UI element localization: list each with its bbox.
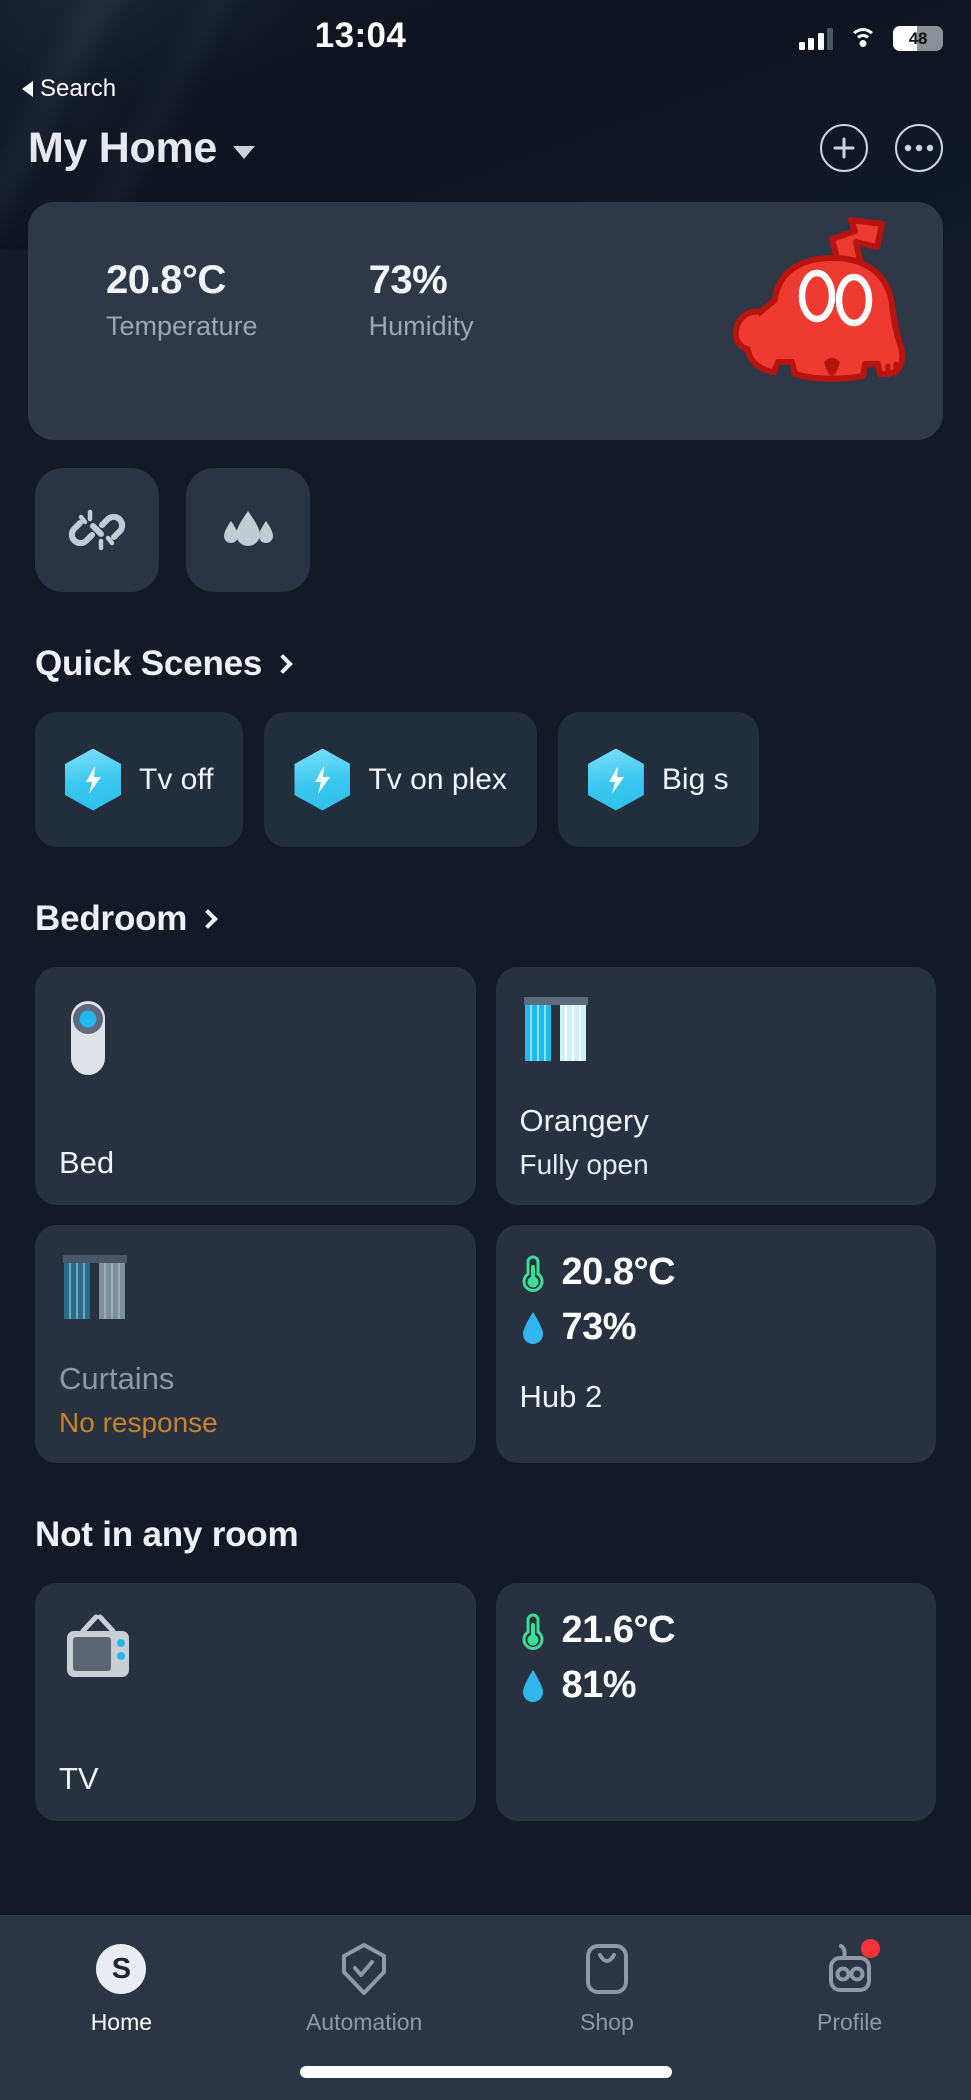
water-drops-icon [224,511,273,546]
temperature-metric: 20.8°C Temperature [106,258,258,342]
temperature-value: 20.8°C [561,1251,676,1293]
humidity-label: Humidity [368,311,474,341]
room-title: Not in any room [35,1515,299,1554]
tab-label: Shop [580,2009,634,2035]
robot-head-icon [822,1939,880,1997]
room-heading-bedroom[interactable]: Bedroom [35,899,971,939]
back-to-search-button[interactable]: Search [0,72,971,106]
shield-check-icon [336,1941,392,1997]
home-summary-card[interactable]: 20.8°C Temperature 73% Humidity [28,202,943,440]
scene-label: Tv off [139,762,214,796]
device-card-bed[interactable]: Bed [35,967,476,1205]
header: My Home [0,106,971,180]
tab-profile[interactable]: Profile [728,1939,971,2036]
more-options-icon[interactable] [895,124,943,172]
quick-scenes-list[interactable]: Tv off Tv on plex Big s [35,712,971,847]
humidity-value: 73% [368,258,448,302]
water-drop-icon [522,1311,543,1344]
temperature-label: Temperature [106,311,258,341]
temperature-reading: 20.8°C [520,1251,913,1294]
device-status: Fully open [519,1149,649,1180]
battery-level-label: 48 [908,28,928,48]
room-heading-not-in-any-room: Not in any room [35,1515,971,1555]
device-card-tv[interactable]: TV [35,1583,476,1821]
page-title[interactable]: My Home [28,124,217,173]
chevron-right-icon [198,909,219,929]
chevron-down-icon[interactable] [233,145,256,159]
scene-card[interactable]: Big s [557,712,759,847]
plus-circle-icon[interactable] [820,124,868,172]
status-bar-indicators: 48 [798,26,943,51]
blinds-offline-icon [63,1255,127,1319]
device-card-orangery[interactable]: Orangery Fully open [495,967,936,1205]
device-name: Hub 2 [519,1379,603,1414]
scene-bolt-icon [587,748,644,811]
scene-bolt-icon [294,748,351,811]
scene-label: Big s [661,762,729,796]
humidity-chip[interactable] [186,468,310,592]
quick-scenes-heading[interactable]: Quick Scenes [35,644,971,684]
quick-scenes-title: Quick Scenes [35,644,263,683]
status-chips [35,468,971,592]
tab-label: Profile [817,2009,883,2035]
scene-bolt-icon [65,748,121,811]
smartthings-s-icon: S [93,1941,149,1997]
device-name: TV [59,1761,99,1796]
humidity-value: 73% [561,1306,637,1348]
tab-label: Automation [305,2009,423,2035]
thermometer-icon [522,1254,543,1292]
remote-button-icon [71,1001,105,1075]
scene-card[interactable]: Tv off [35,712,244,847]
app-root: 13:04 48 Search My Home 20.8°C Temperatu… [0,0,971,1821]
home-indicator [299,2066,672,2078]
sensor-card-unassigned[interactable]: 21.6°C 81% [495,1583,936,1821]
wifi-icon [848,27,878,50]
device-icon-wrap [520,993,913,1077]
tab-label: Home [90,2009,153,2035]
humidity-value: 81% [561,1664,637,1706]
device-name: Orangery [519,1103,649,1138]
tab-home[interactable]: S Home [0,1941,243,2036]
scene-label: Tv on plex [368,762,507,796]
humidity-reading: 73% [520,1306,913,1349]
room-title: Bedroom [35,899,188,938]
sensor-card-hub2[interactable]: 20.8°C 73% Hub 2 [495,1225,936,1463]
cellular-signal-icon [798,27,833,50]
status-bar: 13:04 48 [0,0,971,72]
room-devices-bedroom: Bed Orangery Fully open Curtains No resp… [35,967,936,1463]
disconnected-chip[interactable] [35,468,159,592]
device-status: No response [59,1407,218,1438]
water-drop-icon [522,1669,543,1702]
temperature-value: 20.8°C [106,258,226,302]
broken-link-icon [68,509,126,551]
device-icon-wrap [59,1609,452,1693]
device-icon-wrap [59,1251,452,1335]
header-actions [820,124,943,172]
back-triangle-icon [22,81,33,97]
room-devices-unassigned: TV 21.6°C 81% [35,1583,936,1821]
device-card-curtains[interactable]: Curtains No response [35,1225,476,1463]
thermometer-icon [522,1612,543,1650]
device-name: Curtains [59,1361,175,1396]
device-name: Bed [59,1145,115,1180]
battery-icon: 48 [893,26,943,51]
tab-automation[interactable]: Automation [243,1941,486,2036]
scene-card[interactable]: Tv on plex [264,712,537,847]
tab-shop[interactable]: Shop [486,1941,729,2036]
chevron-right-icon [273,654,294,674]
blinds-open-icon [523,997,588,1061]
back-label: Search [40,75,117,102]
temperature-value: 21.6°C [561,1609,676,1651]
device-icon-wrap [59,993,452,1077]
temperature-reading: 21.6°C [520,1609,913,1652]
notification-badge [860,1939,880,1958]
humidity-metric: 73% Humidity [369,258,474,342]
retro-tv-icon [67,1614,129,1677]
shopping-bag-icon [579,1941,635,1997]
humidity-reading: 81% [520,1664,913,1707]
red-pig-mascot-icon [732,217,906,382]
